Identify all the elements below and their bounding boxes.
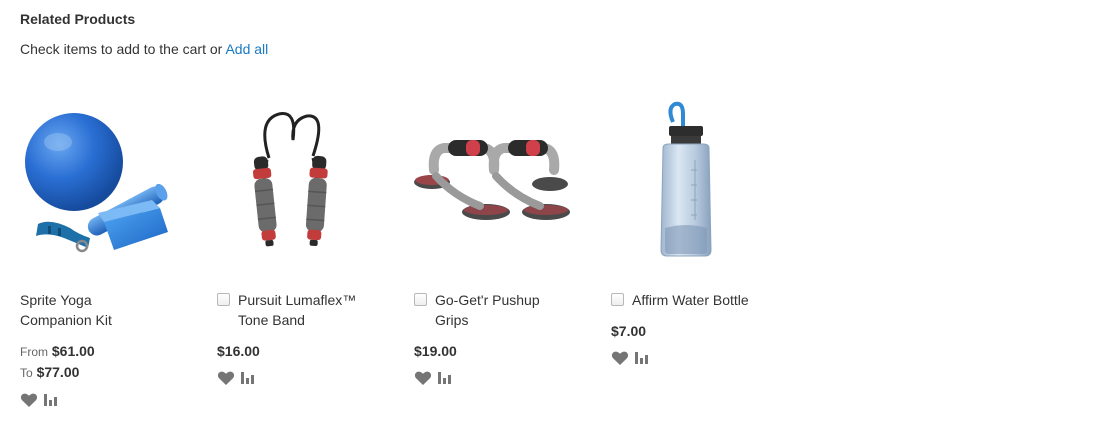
add-all-link[interactable]: Add all (225, 41, 268, 57)
add-to-cart-checkbox[interactable] (217, 293, 230, 306)
product-name-link[interactable]: Sprite Yoga Companion Kit (20, 292, 112, 328)
related-products-block: Related Products Check items to add to t… (0, 0, 1096, 439)
product-item-pursuit-lumaflex: Pursuit Lumaflex™ Tone Band $16.00 (217, 100, 397, 386)
jump-rope-image[interactable] (217, 100, 377, 260)
instructions-text: Check items to add to the cart or (20, 41, 223, 57)
price-from-value: $61.00 (51, 343, 95, 359)
product-name-link[interactable]: Pursuit Lumaflex™ Tone Band (238, 290, 397, 330)
product-name-link[interactable]: Go-Get'r Pushup Grips (435, 290, 594, 330)
product-actions (611, 350, 791, 366)
price-range: From $61.00 To $77.00 (20, 341, 200, 383)
product-item-pushup-grips: Go-Get'r Pushup Grips $19.00 (414, 100, 594, 386)
water-bottle-image[interactable] (611, 100, 771, 260)
product-name-row: Pursuit Lumaflex™ Tone Band (217, 290, 397, 330)
product-actions (217, 370, 397, 386)
product-name-link[interactable]: Affirm Water Bottle (632, 290, 791, 310)
product-actions (20, 392, 200, 408)
add-to-cart-checkbox[interactable] (414, 293, 427, 306)
bar-chart-icon[interactable] (436, 370, 454, 386)
price-to-value: $77.00 (36, 364, 80, 380)
product-item-sprite-yoga: Sprite Yoga Companion Kit From $61.00 To … (20, 100, 200, 408)
price-from-label: From (20, 345, 48, 359)
product-name-row: Sprite Yoga Companion Kit (20, 290, 200, 330)
pushup-grips-image[interactable] (414, 100, 574, 260)
yoga-kit-image[interactable] (20, 100, 180, 260)
product-name-row: Go-Get'r Pushup Grips (414, 290, 594, 330)
block-actions: Check items to add to the cart or Add al… (20, 41, 268, 57)
bar-chart-icon[interactable] (239, 370, 257, 386)
product-price: $7.00 (611, 323, 647, 339)
price-to-label: To (20, 366, 33, 380)
bar-chart-icon[interactable] (633, 350, 651, 366)
add-to-cart-checkbox[interactable] (611, 293, 624, 306)
product-price: $19.00 (414, 343, 457, 359)
product-name-row: Affirm Water Bottle (611, 290, 791, 310)
heart-icon[interactable] (217, 370, 235, 386)
product-actions (414, 370, 594, 386)
heart-icon[interactable] (611, 350, 629, 366)
heart-icon[interactable] (414, 370, 432, 386)
heart-icon[interactable] (20, 392, 38, 408)
product-price: $16.00 (217, 343, 260, 359)
bar-chart-icon[interactable] (42, 392, 60, 408)
product-item-water-bottle: Affirm Water Bottle $7.00 (611, 100, 791, 366)
block-title: Related Products (20, 11, 136, 27)
